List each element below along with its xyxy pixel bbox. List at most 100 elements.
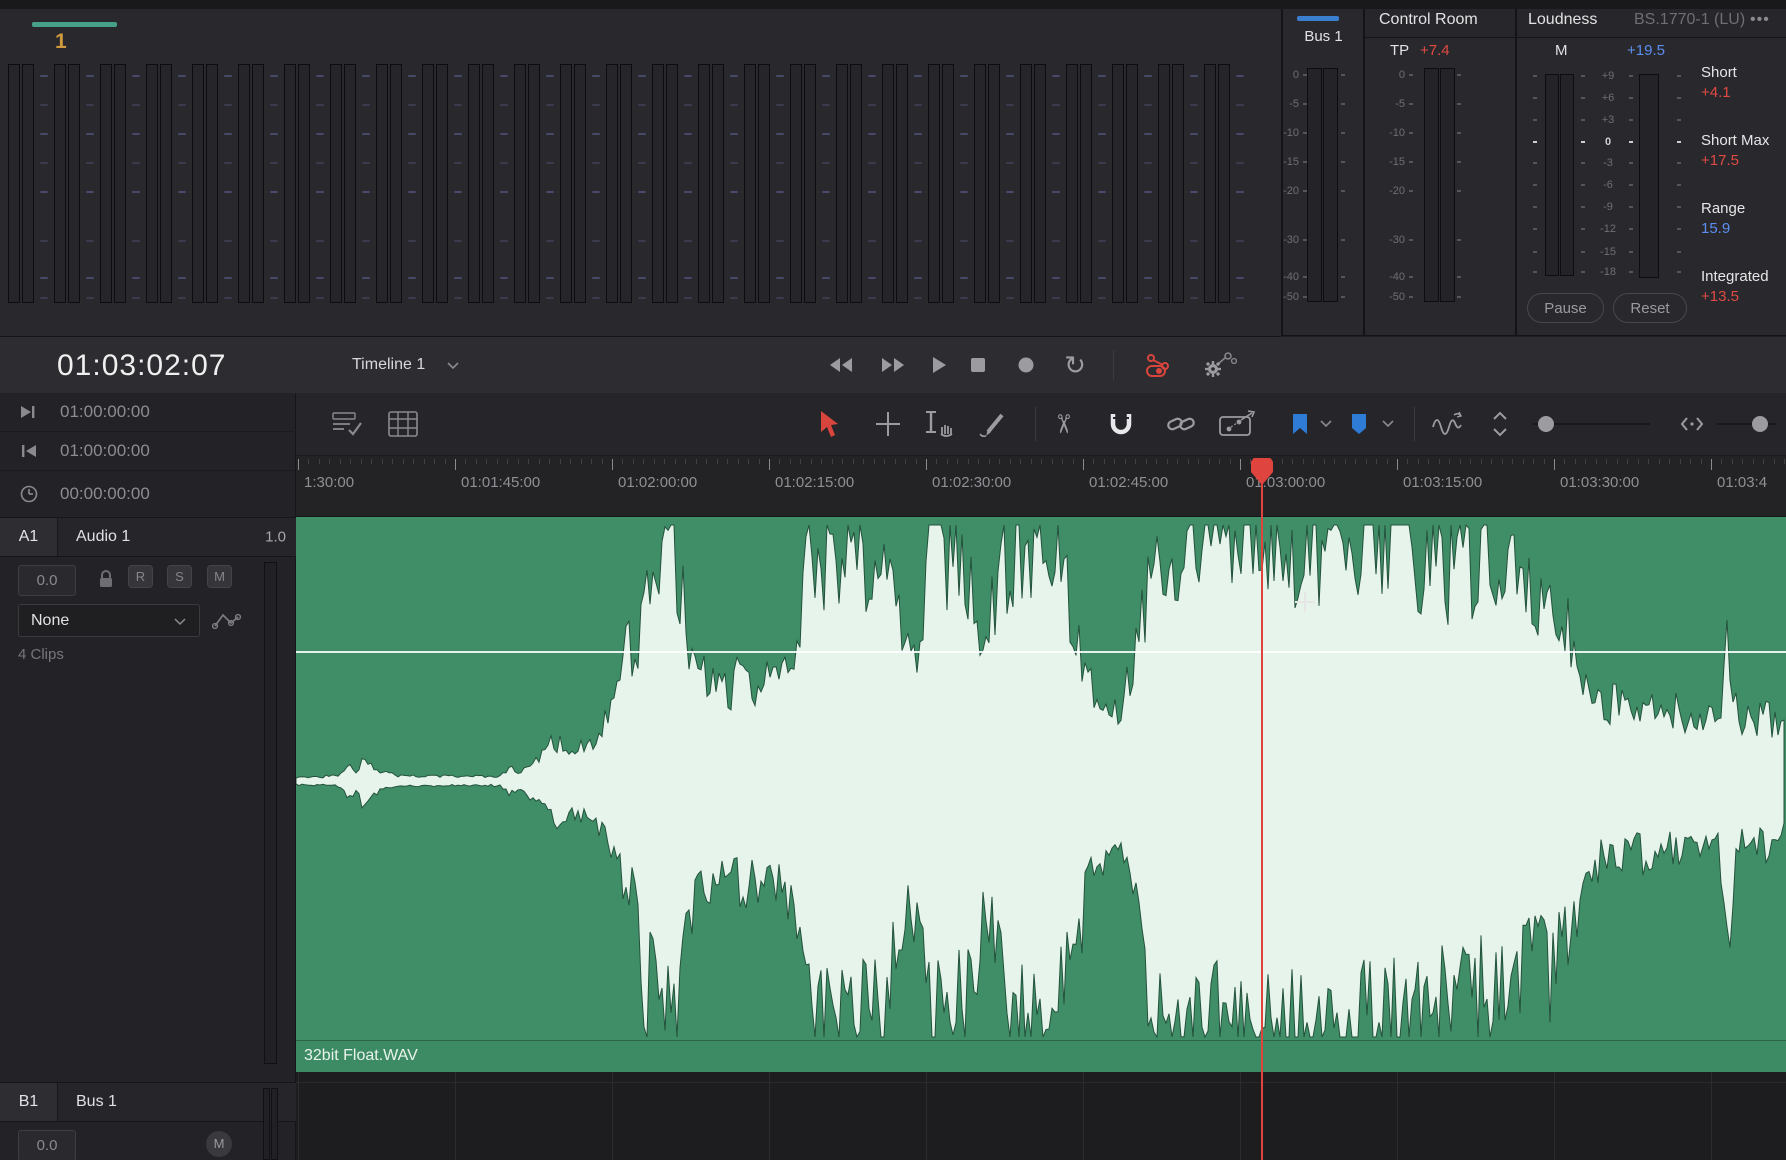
ruler-minor-tick — [800, 459, 801, 464]
meter-scale-tick — [362, 240, 370, 242]
track-id-b1[interactable]: B1 — [0, 1083, 58, 1121]
timeline-ruler[interactable]: 1:30:0001:01:45:0001:02:00:0001:02:15:00… — [296, 456, 1786, 517]
meter-scale-tick — [362, 277, 370, 279]
meter-scale-tick — [408, 75, 416, 77]
loudness-menu-icon[interactable]: ••• — [1750, 11, 1770, 29]
loop-button[interactable]: ↻ — [1058, 351, 1092, 379]
horizontal-zoom-icon[interactable] — [1680, 416, 1704, 432]
in-timecode[interactable]: 01:00:00:00 — [60, 441, 150, 461]
meter-scale-tick — [1144, 75, 1152, 77]
snapping-magnet-tool[interactable] — [1108, 410, 1134, 438]
automation-curve-icon[interactable] — [212, 608, 242, 634]
timeline-view-options-icon[interactable] — [332, 410, 366, 438]
ruler-minor-tick — [790, 459, 791, 464]
meter-scale-tick — [546, 162, 554, 164]
ruler-minor-tick — [811, 459, 812, 464]
meter-scale-tick — [1236, 162, 1244, 164]
meter-scale-tick — [178, 277, 186, 279]
duration-timecode[interactable]: 00:00:00:00 — [60, 484, 150, 504]
rewind-button[interactable] — [825, 351, 859, 379]
meter-scale-tick — [1052, 277, 1060, 279]
selection-tool[interactable] — [818, 410, 840, 438]
meter-scale-tick — [1052, 75, 1060, 77]
meter-scale-dash — [1409, 190, 1413, 192]
flag-tool[interactable] — [1349, 412, 1369, 436]
meter-bar — [744, 64, 756, 303]
track-header-b1[interactable]: B1 Bus 1 — [0, 1082, 296, 1122]
meter-bar — [482, 64, 494, 303]
index-panel-icon[interactable] — [388, 411, 418, 437]
track-id-a1[interactable]: A1 — [0, 518, 58, 556]
linked-selection-tool[interactable] — [1166, 412, 1196, 436]
marker-color-chevron-icon[interactable] — [1320, 420, 1332, 428]
input-select-dropdown[interactable]: None — [18, 604, 200, 637]
ruler-minor-tick — [445, 459, 446, 464]
pencil-tool[interactable] — [978, 410, 1008, 438]
flags-keyframe-tool[interactable] — [1218, 409, 1258, 439]
meter-scale-tick — [868, 133, 876, 135]
meter-scale-tick — [1144, 297, 1152, 299]
record-arm-button-a1[interactable]: R — [128, 565, 153, 588]
horizontal-zoom-slider-thumb[interactable] — [1752, 416, 1768, 432]
play-button[interactable] — [922, 351, 956, 379]
goto-out-icon[interactable] — [20, 405, 37, 419]
stop-button[interactable] — [961, 351, 995, 379]
meter-bar — [68, 64, 80, 303]
meter-scale-tick — [224, 191, 232, 193]
ruler-minor-tick — [1638, 459, 1639, 464]
flag-color-chevron-icon[interactable] — [1382, 420, 1394, 428]
meter-bar — [206, 64, 218, 303]
ruler-minor-tick — [643, 459, 644, 464]
meter-scale-tick — [86, 277, 94, 279]
automation-settings-gear-icon[interactable] — [1198, 351, 1240, 379]
goto-in-icon[interactable] — [20, 444, 37, 458]
meter-scale-tick — [1098, 162, 1106, 164]
grid-line — [1554, 1072, 1555, 1160]
out-timecode[interactable]: 01:00:00:00 — [60, 402, 150, 422]
fader-value-a1[interactable]: 0.0 — [18, 565, 76, 596]
pause-button[interactable]: Pause — [1527, 293, 1604, 323]
track-name-b1[interactable]: Bus 1 — [76, 1093, 117, 1111]
ruler-minor-tick — [434, 459, 435, 464]
vertical-zoom-icon[interactable] — [1492, 411, 1508, 437]
timeline-selector-chevron-icon[interactable] — [447, 362, 459, 370]
range-selection-tool[interactable] — [922, 409, 956, 439]
ruler-minor-tick — [895, 459, 896, 464]
control-room-panel: Control Room TP +7.4 0-5-10-15-20-30-40-… — [1363, 0, 1515, 336]
meter-scale-tick — [500, 277, 508, 279]
marker-tool[interactable] — [1290, 412, 1310, 436]
trim-edit-tool[interactable] — [874, 410, 902, 438]
meter-scale-label: -30 — [1365, 234, 1405, 246]
reset-button[interactable]: Reset — [1613, 293, 1687, 323]
razor-tool[interactable]: ✂ — [1052, 409, 1074, 440]
track-name-a1[interactable]: Audio 1 — [76, 528, 130, 546]
meter-scale-tick — [1190, 240, 1198, 242]
mute-button-b1[interactable]: M — [206, 1131, 232, 1157]
loudness-scale-dash — [1533, 119, 1537, 121]
meter-scale-dash — [1341, 239, 1345, 241]
ruler-minor-tick — [1470, 459, 1471, 464]
waveform-zoom-icon[interactable] — [1430, 409, 1470, 439]
record-button[interactable] — [1009, 351, 1043, 379]
timeline-selector[interactable]: Timeline 1 — [352, 356, 425, 374]
lock-icon[interactable] — [97, 569, 115, 589]
loudness-scale-label: 0 — [1593, 136, 1623, 148]
loudness-scale-dash — [1533, 228, 1537, 230]
ruler-minor-tick — [1585, 459, 1586, 464]
playhead-line[interactable] — [1261, 458, 1263, 1160]
track-header-a1[interactable]: A1 Audio 1 1.0 — [0, 517, 296, 557]
loudness-scale-dash — [1629, 97, 1633, 99]
mute-button-a1[interactable]: M — [207, 565, 232, 588]
tp-label: TP — [1390, 42, 1409, 59]
clip-volume-automation-line[interactable] — [296, 651, 1786, 653]
track-height-slider-thumb[interactable] — [1538, 416, 1554, 432]
meter-bar — [758, 64, 770, 303]
solo-button-a1[interactable]: S — [167, 565, 192, 588]
meter-bar — [1112, 64, 1124, 303]
fader-value-b1[interactable]: 0.0 — [18, 1130, 76, 1160]
automation-toggle-button[interactable] — [1140, 351, 1182, 379]
audio-clip[interactable]: 32bit Float.WAV — [296, 517, 1786, 1072]
fast-forward-button[interactable] — [875, 351, 909, 379]
meter-scale-label: -20 — [1283, 185, 1299, 197]
meter-scale-label: -40 — [1283, 271, 1299, 283]
